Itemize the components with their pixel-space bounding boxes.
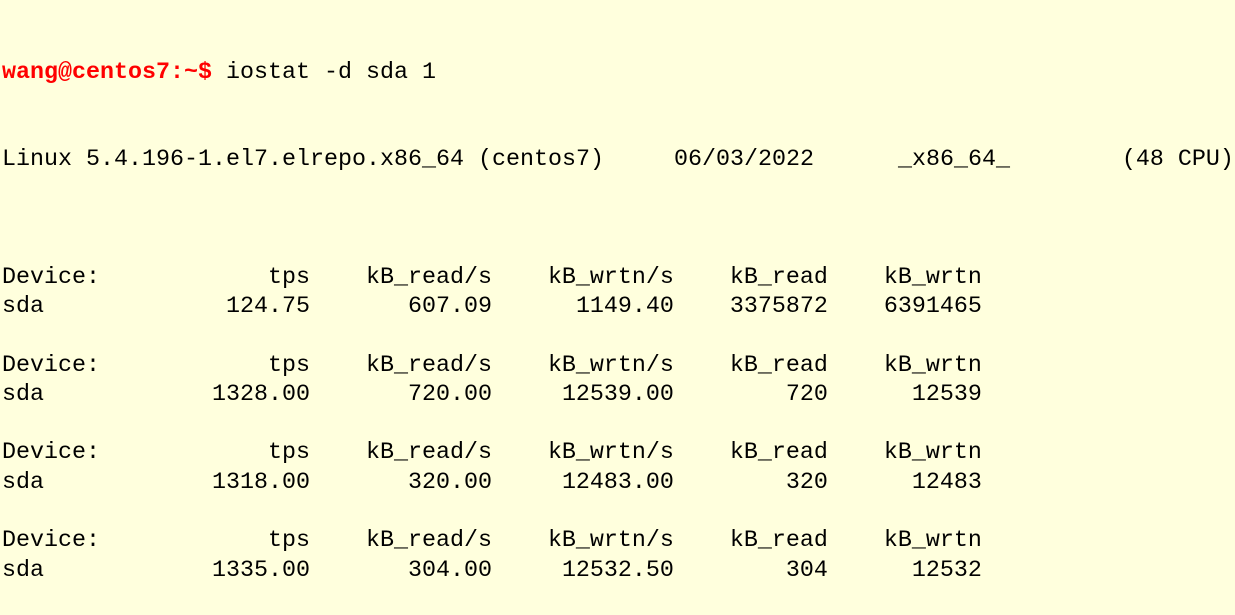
report-row-cell: sda — [2, 469, 44, 496]
report-header-cell: kB_read — [729, 440, 828, 467]
report-header-cell: kB_wrtn/s — [547, 352, 674, 379]
terminal[interactable]: wang@centos7:~$ iostat -d sda 1 Linux 5.… — [0, 0, 1235, 615]
report-header-cell: kB_wrtn/s — [547, 264, 674, 291]
report-header-cell: Device: — [2, 440, 100, 467]
report-header-cell: Device: — [2, 264, 100, 291]
report-row-cell: 124.75 — [225, 293, 310, 320]
report-row-cell: 12532.50 — [561, 557, 674, 584]
report-header: Device: tps kB_read/s kB_wrtn/s kB_read kB_wr… — [2, 439, 1235, 468]
report-header-cell: kB_read — [729, 264, 828, 291]
report-row-cell: 320 — [785, 469, 828, 496]
report-header-cell: kB_read/s — [365, 528, 492, 555]
report-row-cell: 6391465 — [883, 293, 982, 320]
report-row: sda 1328.00 720.00 12539.00 720 12539 — [2, 381, 1235, 410]
report-header-cell: tps — [267, 528, 310, 555]
report-row-cell: 1328.00 — [211, 381, 310, 408]
report-row: sda 1335.00 304.00 12532.50 304 12532 — [2, 557, 1235, 586]
system-info: Linux 5.4.196-1.el7.elrepo.x86_64 (cento… — [2, 147, 1234, 174]
report-header-cell: tps — [267, 352, 310, 379]
report-header-cell: tps — [267, 264, 310, 291]
report-header-cell: Device: — [2, 352, 100, 379]
report-header-cell: kB_read/s — [365, 264, 492, 291]
shell-prompt: wang@centos7:~$ — [2, 59, 212, 86]
report-row-cell: 12539 — [911, 381, 982, 408]
report-header-cell: tps — [267, 440, 310, 467]
report-header-cell: kB_wrtn — [883, 528, 982, 555]
report-header-cell: kB_read/s — [365, 440, 492, 467]
report-header-cell: kB_wrtn — [883, 440, 982, 467]
report-row-cell: sda — [2, 557, 44, 584]
report-row-cell: 12539.00 — [561, 381, 674, 408]
report-header-cell: kB_wrtn/s — [547, 440, 674, 467]
report-row-cell: 3375872 — [729, 293, 828, 320]
report-row-cell: 720.00 — [407, 381, 492, 408]
report-row-cell: 304.00 — [407, 557, 492, 584]
report-row-cell: 1149.40 — [575, 293, 674, 320]
report-header-cell: kB_read/s — [365, 352, 492, 379]
report-header-cell: kB_wrtn — [883, 352, 982, 379]
report-header-cell: kB_wrtn — [883, 264, 982, 291]
report-header: Device: tps kB_read/s kB_wrtn/s kB_read kB_wr… — [2, 527, 1235, 556]
report-header: Device: tps kB_read/s kB_wrtn/s kB_read kB_wr… — [2, 352, 1235, 381]
report-header: Device: tps kB_read/s kB_wrtn/s kB_read kB_wr… — [2, 264, 1235, 293]
report-row: sda 1318.00 320.00 12483.00 320 12483 — [2, 469, 1235, 498]
report-row-cell: sda — [2, 381, 44, 408]
report-row-cell: 304 — [785, 557, 828, 584]
report-row-cell: 12483.00 — [561, 469, 674, 496]
command-text: iostat -d sda 1 — [212, 59, 436, 86]
report-row: sda 124.75 607.09 1149.40 3375872 6391465 — [2, 293, 1235, 322]
report-row-cell: 1335.00 — [211, 557, 310, 584]
report-header-cell: kB_read — [729, 528, 828, 555]
report-row-cell: 720 — [785, 381, 828, 408]
report-row-cell: 12532 — [911, 557, 982, 584]
report-header-cell: kB_read — [729, 352, 828, 379]
report-header-cell: kB_wrtn/s — [547, 528, 674, 555]
report-row-cell: 320.00 — [407, 469, 492, 496]
report-row-cell: 607.09 — [407, 293, 492, 320]
command-line: wang@centos7:~$ iostat -d sda 1 — [2, 59, 1235, 88]
report-row-cell: 12483 — [911, 469, 982, 496]
report-row-cell: sda — [2, 293, 44, 320]
report-row-cell: 1318.00 — [211, 469, 310, 496]
report-header-cell: Device: — [2, 528, 100, 555]
